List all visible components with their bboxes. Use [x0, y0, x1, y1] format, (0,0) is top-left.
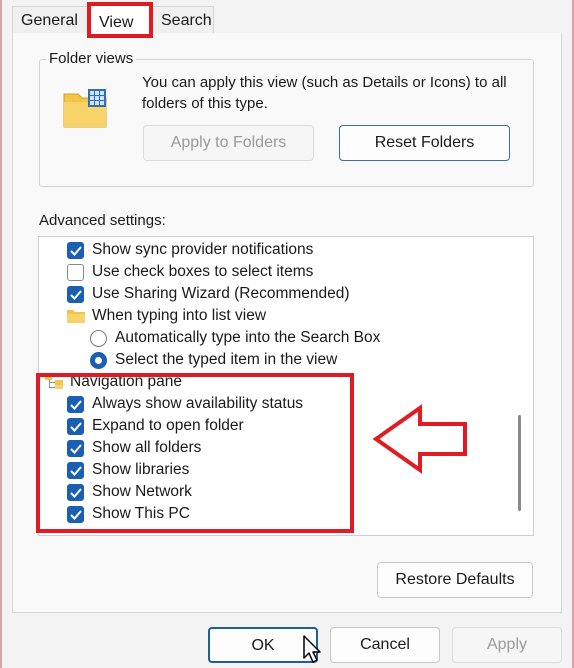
list-item-label: Use check boxes to select items	[92, 263, 314, 280]
checkbox-checked[interactable]	[67, 440, 84, 457]
folder-icon	[67, 310, 85, 323]
restore-defaults-button[interactable]: Restore Defaults	[377, 562, 533, 598]
list-item-label: Navigation pane	[70, 373, 183, 390]
checkbox-unchecked[interactable]	[67, 264, 84, 281]
folder-view-icon	[63, 89, 107, 128]
cancel-button[interactable]: Cancel	[330, 627, 440, 663]
checkbox-checked[interactable]	[67, 242, 84, 259]
navigation-pane-icon	[45, 375, 63, 389]
advanced-settings-list[interactable]: Show sync provider notifications Use che…	[38, 236, 534, 536]
checkbox-checked[interactable]	[67, 418, 84, 435]
apply-to-folders-button[interactable]: Apply to Folders	[143, 125, 314, 161]
advanced-settings-label: Advanced settings:	[39, 212, 166, 229]
checkbox-checked[interactable]	[67, 286, 84, 303]
list-item-label: Automatically type into the Search Box	[115, 329, 381, 346]
list-item-label: Show sync provider notifications	[92, 241, 314, 258]
list-item-label: Show libraries	[92, 461, 190, 478]
list-item-label: Select the typed item in the view	[115, 351, 338, 368]
list-item-label: When typing into list view	[92, 307, 267, 324]
reset-folders-button[interactable]: Reset Folders	[339, 125, 510, 161]
list-item-label: Show Network	[92, 483, 192, 500]
tab-bar: General Search View	[0, 0, 574, 38]
checkbox-checked[interactable]	[67, 396, 84, 413]
tab-search[interactable]: Search	[152, 6, 214, 34]
checkbox-checked[interactable]	[67, 484, 84, 501]
radio-selected[interactable]	[90, 352, 107, 369]
folder-views-title: Folder views	[46, 50, 137, 67]
scrollbar-thumb[interactable]	[518, 415, 521, 511]
list-item-label: Show This PC	[92, 505, 190, 522]
tab-view[interactable]: View	[87, 2, 153, 38]
list-item-label: Expand to open folder	[92, 417, 244, 434]
apply-button[interactable]: Apply	[452, 627, 562, 663]
mouse-cursor-icon	[303, 635, 321, 663]
list-item-label: Use Sharing Wizard (Recommended)	[92, 285, 350, 302]
folder-views-description: You can apply this view (such as Details…	[142, 74, 507, 112]
annotation-arrow-icon	[372, 404, 467, 474]
list-item-label: Show all folders	[92, 439, 202, 456]
tab-general[interactable]: General	[12, 6, 88, 34]
list-item-label: Always show availability status	[92, 395, 304, 412]
checkbox-checked[interactable]	[67, 506, 84, 523]
checkbox-checked[interactable]	[67, 462, 84, 479]
radio-unselected[interactable]	[90, 330, 107, 347]
